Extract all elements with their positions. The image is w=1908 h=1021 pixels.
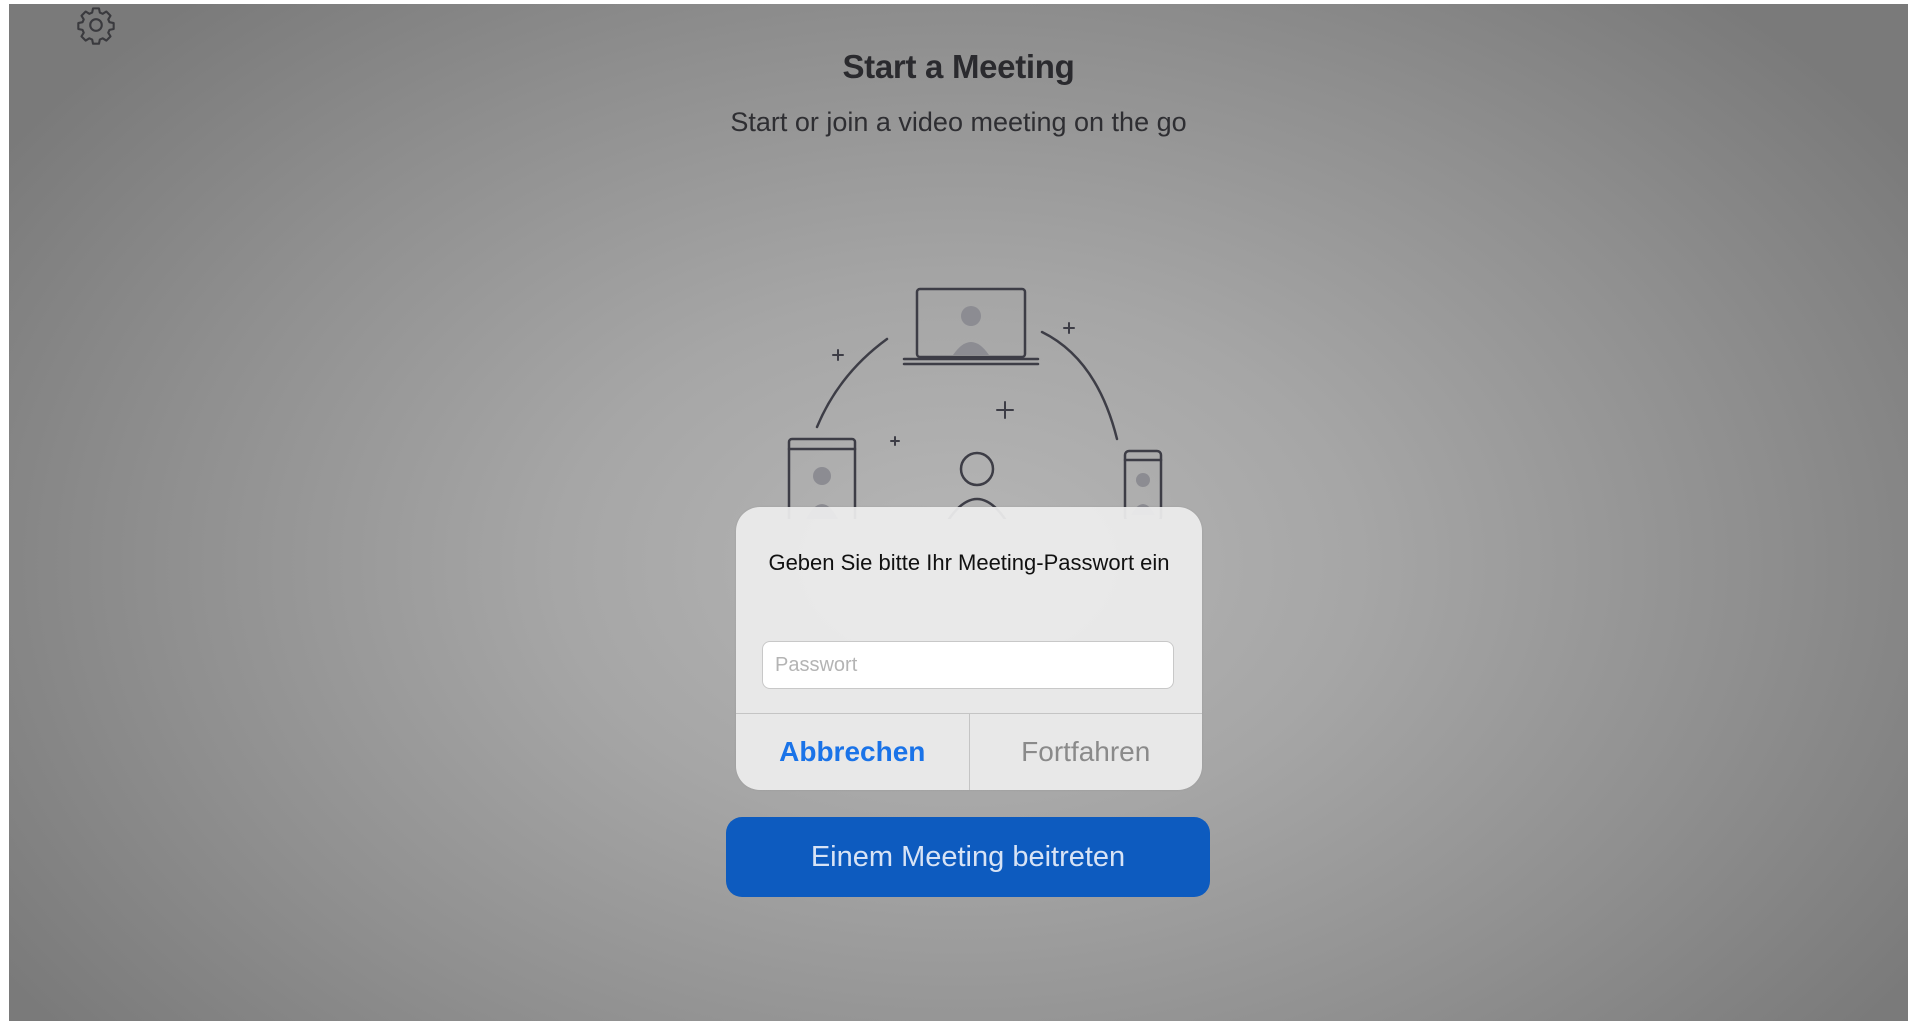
page-title: Start a Meeting — [842, 48, 1075, 85]
plus-icon — [832, 322, 1075, 446]
meeting-illustration — [787, 287, 1163, 519]
page-subtitle: Start or join a video meeting on the go — [730, 107, 1187, 137]
gear-icon — [77, 7, 115, 45]
dialog-title: Geben Sie bitte Ihr Meeting-Passwort ein — [768, 550, 1170, 575]
continue-button[interactable]: Fortfahren — [970, 714, 1203, 790]
arc-right — [1040, 330, 1119, 441]
join-meeting-button[interactable]: Einem Meeting beitreten — [726, 817, 1210, 897]
screen: Start a Meeting Start or join a video me… — [9, 4, 1908, 1021]
cancel-button[interactable]: Abbrechen — [736, 714, 970, 790]
dialog-actions: Abbrechen Fortfahren — [736, 713, 1202, 790]
settings-button[interactable] — [75, 4, 117, 46]
arc-left — [815, 337, 889, 429]
password-input[interactable] — [762, 641, 1174, 689]
password-dialog: Geben Sie bitte Ihr Meeting-Passwort ein… — [736, 507, 1202, 790]
laptop-icon — [902, 287, 1040, 366]
